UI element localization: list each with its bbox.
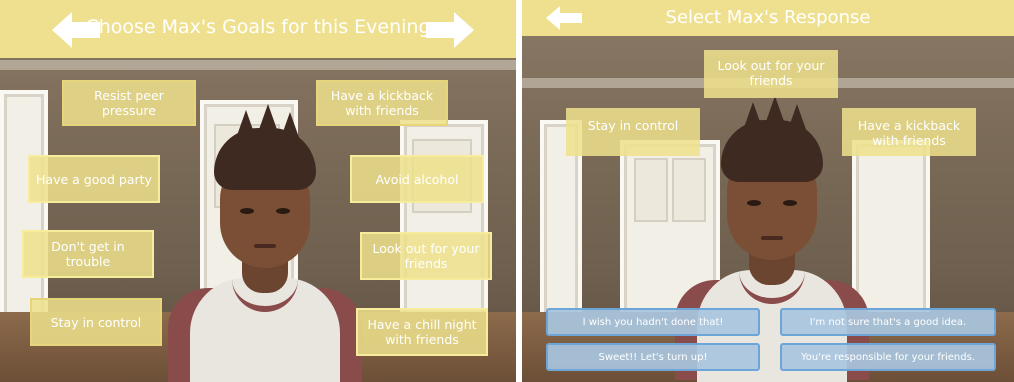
wall-molding <box>0 60 516 70</box>
door-right <box>400 120 488 328</box>
goal-card-look-out-for-friends[interactable]: Look out for your friends <box>360 232 492 280</box>
title-bar: Select Max's Response <box>522 0 1014 36</box>
goal-card-resist-peer-pressure[interactable]: Resist peer pressure <box>62 80 196 126</box>
arrow-right-icon[interactable] <box>426 12 474 48</box>
goal-selection-screen: Choose Max's Goals for this Evening Resi… <box>0 0 516 382</box>
selected-goal-stay-in-control: Stay in control <box>566 108 700 156</box>
goal-card-avoid-alcohol[interactable]: Avoid alcohol <box>350 155 484 203</box>
response-button-wish-you-hadnt[interactable]: I wish you hadn't done that! <box>546 308 760 336</box>
goal-card-have-a-kickback[interactable]: Have a kickback with friends <box>316 80 448 126</box>
response-button-lets-turn-up[interactable]: Sweet!! Let's turn up! <box>546 343 760 371</box>
response-button-responsible-for-friends[interactable]: You're responsible for your friends. <box>780 343 996 371</box>
title-bar: Choose Max's Goals for this Evening <box>0 0 516 58</box>
goal-card-have-a-good-party[interactable]: Have a good party <box>28 155 160 203</box>
max-character <box>675 96 869 382</box>
goal-card-have-a-chill-night[interactable]: Have a chill night with friends <box>356 308 488 356</box>
selected-goal-look-out-for-friends: Look out for your friends <box>704 50 838 98</box>
max-character <box>168 104 362 382</box>
page-title: Select Max's Response <box>665 7 871 28</box>
selected-goal-have-a-kickback: Have a kickback with friends <box>842 108 976 156</box>
goal-card-stay-in-control[interactable]: Stay in control <box>30 298 162 346</box>
response-selection-screen: Select Max's Response Look out for your … <box>522 0 1014 382</box>
response-button-not-sure-good-idea[interactable]: I'm not sure that's a good idea. <box>780 308 996 336</box>
goal-card-dont-get-in-trouble[interactable]: Don't get in trouble <box>22 230 154 278</box>
